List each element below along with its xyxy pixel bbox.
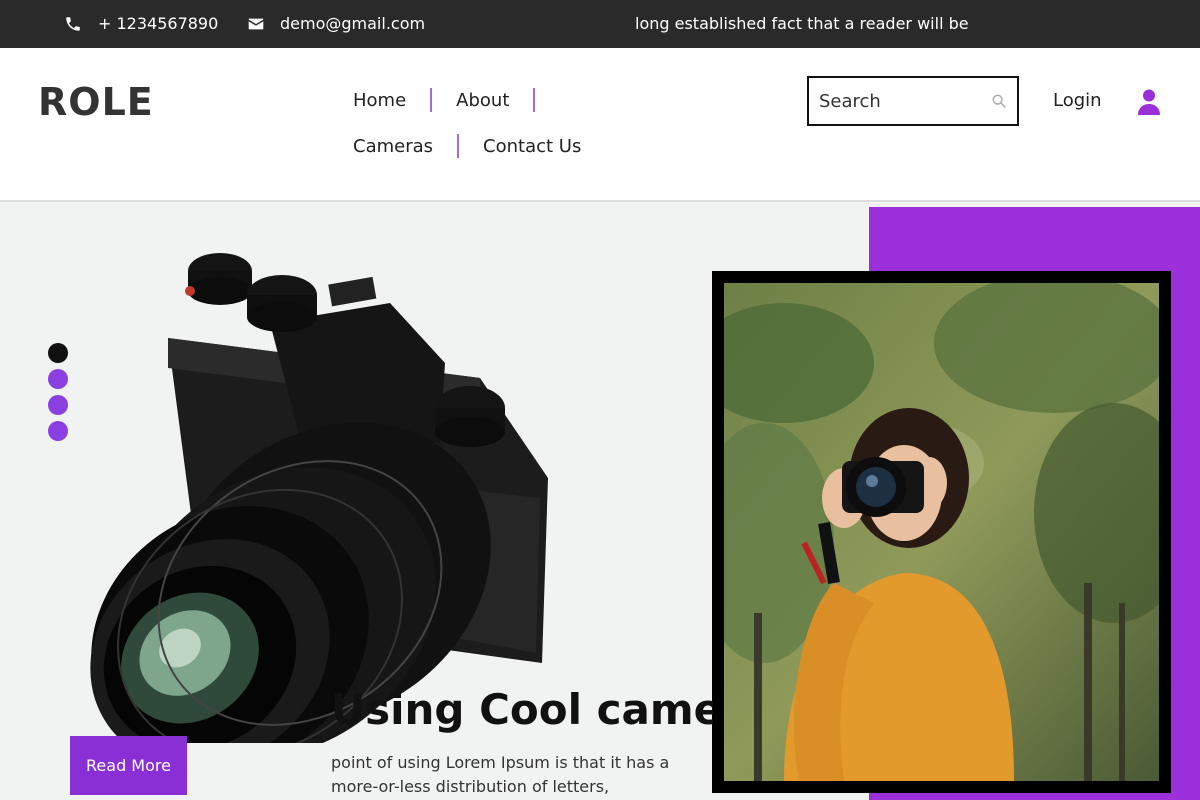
nav-cameras[interactable]: Cameras	[353, 134, 483, 158]
nav-separator	[533, 88, 536, 112]
nav-about-label: About	[456, 89, 510, 111]
top-bar-tagline: long established fact that a reader will…	[635, 14, 969, 33]
nav-separator	[457, 134, 460, 158]
envelope-icon	[248, 17, 264, 31]
nav-contact-us-label: Contact Us	[483, 135, 582, 157]
site-header: ROLE Home About Cameras Contact Us Login	[0, 48, 1200, 202]
nav-contact-us[interactable]: Contact Us	[483, 134, 581, 158]
email-address: demo@gmail.com	[280, 14, 426, 33]
phone-icon	[64, 15, 82, 33]
camera-image	[60, 243, 560, 770]
search-input[interactable]	[819, 78, 979, 124]
nav-home-label: Home	[353, 89, 407, 111]
search-box	[807, 76, 1019, 126]
hero-title: Using Cool camera	[331, 685, 713, 734]
email-contact[interactable]: demo@gmail.com	[248, 14, 425, 33]
hero-description: point of using Lorem Ipsum is that it ha…	[331, 753, 670, 796]
photographer-photo	[724, 283, 1159, 781]
top-bar: + 1234567890 demo@gmail.com long establi…	[0, 0, 1200, 48]
login-link[interactable]: Login	[1053, 90, 1102, 111]
read-more-button[interactable]: Read More	[70, 736, 187, 795]
photo-frame	[712, 271, 1171, 793]
nav-about[interactable]: About	[456, 88, 559, 112]
phone-number: + 1234567890	[98, 14, 219, 33]
nav-home[interactable]: Home	[353, 88, 456, 112]
nav-separator	[430, 88, 433, 112]
site-logo[interactable]: ROLE	[38, 80, 154, 124]
search-icon[interactable]	[991, 93, 1007, 113]
nav-cameras-label: Cameras	[353, 135, 434, 157]
hero-section: Using Cool camera point of using Lorem I…	[0, 203, 1200, 800]
main-nav: Home About Cameras Contact Us	[353, 88, 683, 158]
phone-contact[interactable]: + 1234567890	[64, 14, 218, 33]
user-icon[interactable]	[1137, 88, 1161, 120]
